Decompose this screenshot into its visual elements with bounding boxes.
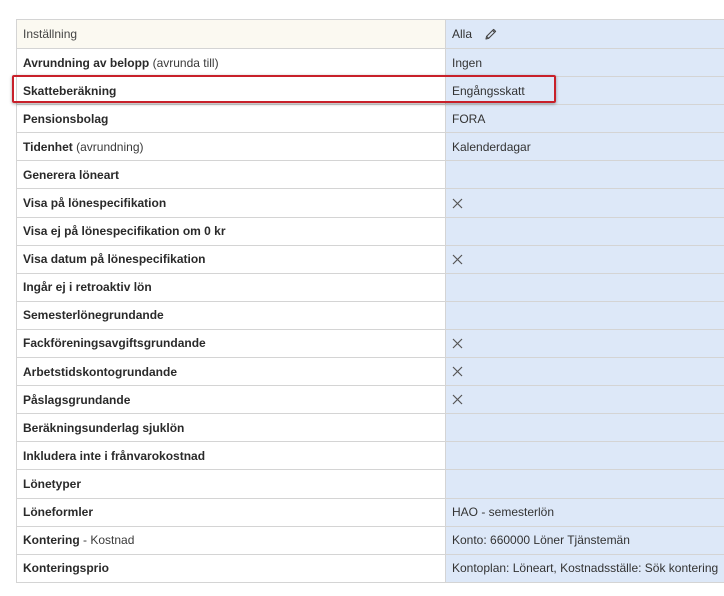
setting-value-cell[interactable] bbox=[446, 414, 724, 442]
setting-name: Påslagsgrundande bbox=[23, 392, 131, 407]
table-row-paslagsgrundande[interactable]: Påslagsgrundande bbox=[17, 386, 724, 415]
setting-value: Konto: 660000 Löner Tjänstemän bbox=[452, 533, 630, 548]
settings-table: Inställning Alla Avrundning av belopp (a… bbox=[16, 19, 724, 583]
setting-value-cell[interactable] bbox=[446, 301, 724, 329]
setting-name-cell: Skatteberäkning bbox=[17, 77, 446, 105]
setting-name-cell: Lönetyper bbox=[17, 470, 446, 498]
setting-value-cell[interactable]: Engångsskatt bbox=[446, 77, 724, 105]
setting-name: Konteringsprio bbox=[23, 561, 109, 576]
table-row-ingar-ej-i-retroaktiv-lon[interactable]: Ingår ej i retroaktiv lön bbox=[17, 273, 724, 302]
setting-name-cell: Generera löneart bbox=[17, 161, 446, 189]
x-mark-icon bbox=[452, 338, 463, 349]
setting-name: Semesterlönegrundande bbox=[23, 308, 164, 323]
setting-name: Inkludera inte i frånvarokostnad bbox=[23, 448, 206, 463]
setting-value-cell[interactable] bbox=[446, 358, 724, 386]
header-value-cell: Alla bbox=[446, 20, 724, 48]
table-row-visa-datum-pa-lonespecifikation[interactable]: Visa datum på lönespecifikation bbox=[17, 245, 724, 274]
x-mark-icon bbox=[452, 366, 463, 377]
setting-name: Kontering bbox=[23, 533, 80, 548]
setting-value-cell[interactable] bbox=[446, 217, 724, 245]
setting-value-cell[interactable] bbox=[446, 386, 724, 414]
header-setting-text: Inställning bbox=[23, 27, 78, 41]
setting-name: Beräkningsunderlag sjuklön bbox=[23, 420, 185, 435]
setting-name: Generera löneart bbox=[23, 167, 120, 182]
setting-name: Lönetyper bbox=[23, 476, 82, 491]
table-row-generera-loneart[interactable]: Generera löneart bbox=[17, 161, 724, 190]
setting-name: Löneformler bbox=[23, 505, 94, 520]
setting-name-cell: Pensionsbolag bbox=[17, 105, 446, 133]
setting-value: Kalenderdagar bbox=[452, 139, 531, 154]
setting-name: Skatteberäkning bbox=[23, 83, 117, 98]
setting-name-cell: Ingår ej i retroaktiv lön bbox=[17, 273, 446, 301]
setting-name-cell: Visa på lönespecifikation bbox=[17, 189, 446, 217]
setting-name: Arbetstidskontogrundande bbox=[23, 364, 178, 379]
setting-name-cell: Kontering - Kostnad bbox=[17, 526, 446, 554]
setting-value-cell[interactable] bbox=[446, 273, 724, 301]
table-row-lonetyper[interactable]: Lönetyper bbox=[17, 470, 724, 499]
setting-name-cell: Beräkningsunderlag sjuklön bbox=[17, 414, 446, 442]
table-row-visa-pa-lonespecifikation[interactable]: Visa på lönespecifikation bbox=[17, 189, 724, 218]
setting-name-cell: Inkludera inte i frånvarokostnad bbox=[17, 442, 446, 470]
setting-value-cell[interactable]: HAO - semesterlön bbox=[446, 498, 724, 526]
table-row-semesterlonegrundande[interactable]: Semesterlönegrundande bbox=[17, 301, 724, 330]
setting-name-cell: Arbetstidskontogrundande bbox=[17, 358, 446, 386]
setting-name-cell: Tidenhet (avrundning) bbox=[17, 133, 446, 161]
table-row-arbetstidskontogrundande[interactable]: Arbetstidskontogrundande bbox=[17, 358, 724, 387]
header-value-text: Alla bbox=[452, 27, 473, 41]
setting-value: Engångsskatt bbox=[452, 83, 525, 98]
table-row-pensionsbolag[interactable]: Pensionsbolag FORA bbox=[17, 105, 724, 134]
setting-name: Visa på lönespecifikation bbox=[23, 196, 167, 211]
table-row-fackforeningsavgiftsgrundande[interactable]: Fackföreningsavgiftsgrundande bbox=[17, 329, 724, 359]
setting-name: Avrundning av belopp bbox=[23, 55, 150, 70]
setting-name-suffix: (avrundning) bbox=[72, 139, 144, 154]
setting-name-cell: Visa datum på lönespecifikation bbox=[17, 245, 446, 273]
setting-value-cell[interactable]: Kontoplan: Löneart, Kostnadsställe: Sök … bbox=[446, 554, 724, 582]
x-mark-icon bbox=[452, 198, 463, 209]
setting-name: Visa ej på lönespecifikation om 0 kr bbox=[23, 224, 226, 239]
setting-name: Fackföreningsavgiftsgrundande bbox=[23, 336, 206, 351]
setting-value-cell[interactable]: Konto: 660000 Löner Tjänstemän bbox=[446, 526, 724, 554]
table-header-row: Inställning Alla bbox=[17, 20, 724, 49]
setting-value-cell[interactable]: FORA bbox=[446, 105, 724, 133]
setting-value-cell[interactable] bbox=[446, 329, 724, 358]
setting-name-cell: Visa ej på lönespecifikation om 0 kr bbox=[17, 217, 446, 245]
setting-name: Ingår ej i retroaktiv lön bbox=[23, 280, 152, 295]
table-row-tidenhet[interactable]: Tidenhet (avrundning) Kalenderdagar bbox=[17, 133, 724, 162]
setting-name-suffix: (avrunda till) bbox=[149, 55, 219, 70]
setting-name-cell: Konteringsprio bbox=[17, 554, 446, 582]
table-row-skatteberakning[interactable]: Skatteberäkning Engångsskatt bbox=[17, 77, 724, 106]
table-row-loneformler[interactable]: Löneformler HAO - semesterlön bbox=[17, 498, 724, 527]
setting-name-suffix: - Kostnad bbox=[79, 533, 135, 548]
setting-value: HAO - semesterlön bbox=[452, 505, 555, 520]
setting-value: Kontoplan: Löneart, Kostnadsställe: Sök … bbox=[452, 561, 719, 576]
setting-name: Visa datum på lönespecifikation bbox=[23, 252, 206, 267]
table-row-berakningsunderlag-sjuklon[interactable]: Beräkningsunderlag sjuklön bbox=[17, 414, 724, 443]
setting-name-cell: Fackföreningsavgiftsgrundande bbox=[17, 329, 446, 358]
setting-value-cell[interactable]: Kalenderdagar bbox=[446, 133, 724, 161]
header-setting-label: Inställning bbox=[17, 20, 446, 48]
setting-value-cell[interactable]: Ingen bbox=[446, 49, 724, 77]
setting-value-cell[interactable] bbox=[446, 442, 724, 470]
setting-name-cell: Löneformler bbox=[17, 498, 446, 526]
setting-name: Pensionsbolag bbox=[23, 111, 109, 126]
setting-value-cell[interactable] bbox=[446, 470, 724, 498]
x-mark-icon bbox=[452, 394, 463, 405]
setting-value: FORA bbox=[452, 111, 486, 126]
pencil-icon[interactable] bbox=[484, 27, 498, 41]
table-body: Avrundning av belopp (avrunda till) Ingen… bbox=[17, 49, 724, 583]
table-row-avrundning-av-belopp[interactable]: Avrundning av belopp (avrunda till) Ingen bbox=[17, 49, 724, 78]
x-mark-icon bbox=[452, 254, 463, 265]
setting-value: Ingen bbox=[452, 55, 483, 70]
setting-name-cell: Påslagsgrundande bbox=[17, 386, 446, 414]
setting-value-cell[interactable] bbox=[446, 245, 724, 273]
setting-name: Tidenhet bbox=[23, 139, 73, 154]
table-row-visa-ej-pa-lonespecifikation-om-0-kr[interactable]: Visa ej på lönespecifikation om 0 kr bbox=[17, 217, 724, 246]
setting-value-cell[interactable] bbox=[446, 161, 724, 189]
setting-value-cell[interactable] bbox=[446, 189, 724, 217]
table-row-inkludera-inte-i-franvarokostnad[interactable]: Inkludera inte i frånvarokostnad bbox=[17, 442, 724, 471]
setting-name-cell: Semesterlönegrundande bbox=[17, 301, 446, 329]
setting-name-cell: Avrundning av belopp (avrunda till) bbox=[17, 49, 446, 77]
table-row-kontering[interactable]: Kontering - Kostnad Konto: 660000 Löner T… bbox=[17, 526, 724, 555]
table-row-konteringsprio[interactable]: Konteringsprio Kontoplan: Löneart, Kostna… bbox=[17, 554, 724, 583]
